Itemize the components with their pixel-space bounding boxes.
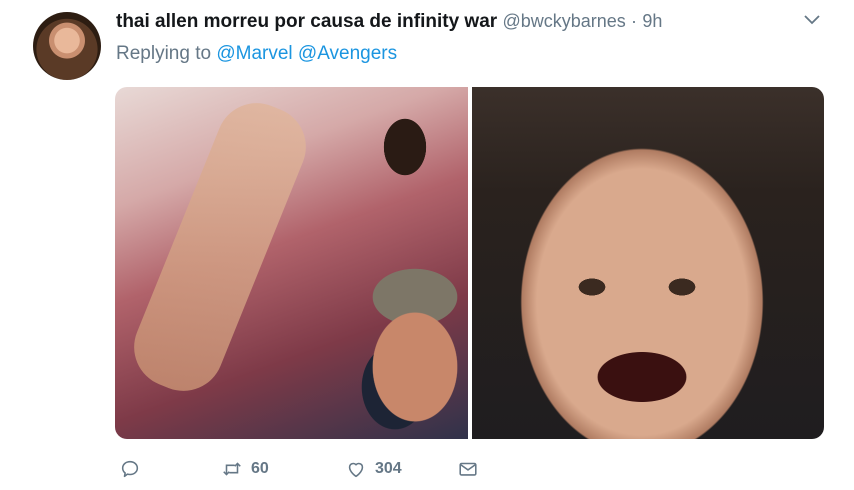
tweet-actions: 60 304: [115, 458, 615, 488]
chevron-down-icon[interactable]: [803, 12, 821, 28]
like-button[interactable]: 304: [345, 458, 402, 480]
direct-message-button[interactable]: [457, 458, 479, 480]
mention-marvel[interactable]: @Marvel: [216, 43, 292, 64]
replying-to-label: Replying to: [116, 43, 212, 64]
avatar[interactable]: [33, 12, 101, 80]
heart-icon: [348, 462, 364, 478]
timestamp[interactable]: 9h: [642, 11, 662, 31]
retweet-button[interactable]: 60: [221, 458, 269, 480]
tweet-header: thai allen morreu por causa de infinity …: [116, 10, 794, 33]
like-count: 304: [375, 460, 402, 477]
user-handle[interactable]: @bwckybarnes: [502, 11, 625, 31]
envelope-icon: [459, 462, 477, 476]
reply-icon: [121, 460, 139, 478]
photo-stadium-crowd[interactable]: [115, 87, 468, 439]
display-name[interactable]: thai allen morreu por causa de infinity …: [116, 11, 497, 32]
photo-screaming-face[interactable]: [471, 87, 824, 439]
retweet-count: 60: [251, 460, 269, 477]
media-grid: [115, 87, 824, 439]
retweet-icon: [223, 462, 241, 476]
reply-button[interactable]: [119, 458, 141, 480]
replying-to-line: Replying to @Marvel @Avengers: [116, 43, 397, 65]
mention-avengers[interactable]: @Avengers: [298, 43, 397, 64]
separator-dot: ·: [631, 11, 638, 31]
